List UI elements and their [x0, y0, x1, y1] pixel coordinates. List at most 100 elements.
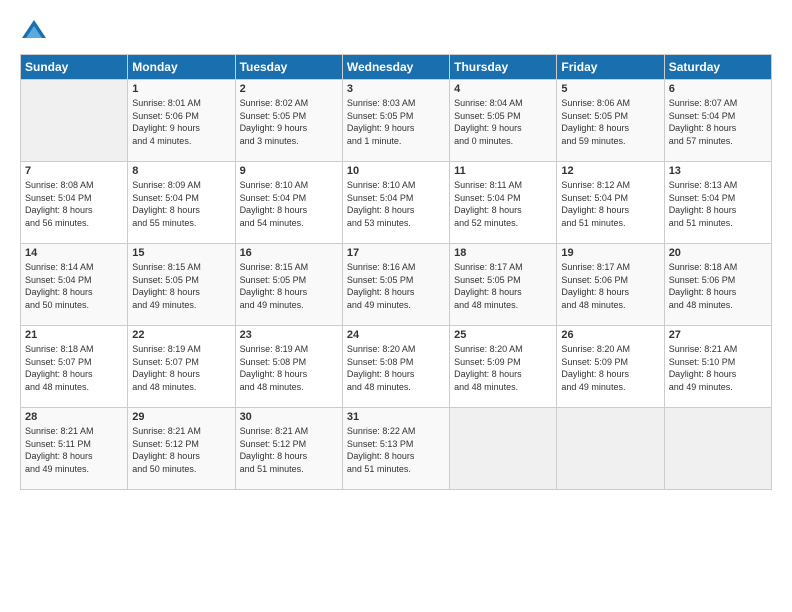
day-cell: 23 Sunrise: 8:19 AM Sunset: 5:08 PM Dayli… — [235, 326, 342, 408]
day-cell: 10 Sunrise: 8:10 AM Sunset: 5:04 PM Dayli… — [342, 162, 449, 244]
day-info: Sunrise: 8:10 AM Sunset: 5:04 PM Dayligh… — [240, 179, 338, 229]
day-cell: 16 Sunrise: 8:15 AM Sunset: 5:05 PM Dayli… — [235, 244, 342, 326]
day-number: 24 — [347, 329, 445, 341]
day-number: 29 — [132, 411, 230, 423]
day-cell: 18 Sunrise: 8:17 AM Sunset: 5:05 PM Dayli… — [450, 244, 557, 326]
day-number: 4 — [454, 83, 552, 95]
day-info: Sunrise: 8:22 AM Sunset: 5:13 PM Dayligh… — [347, 425, 445, 475]
day-number: 2 — [240, 83, 338, 95]
page: SundayMondayTuesdayWednesdayThursdayFrid… — [0, 0, 792, 612]
week-row-1: 7 Sunrise: 8:08 AM Sunset: 5:04 PM Daylig… — [21, 162, 772, 244]
week-row-2: 14Sunrise: 8:14 AM Sunset: 5:04 PM Dayli… — [21, 244, 772, 326]
day-info: Sunrise: 8:15 AM Sunset: 5:05 PM Dayligh… — [240, 261, 338, 311]
day-cell — [557, 408, 664, 490]
day-number: 28 — [25, 411, 123, 423]
day-info: Sunrise: 8:18 AM Sunset: 5:06 PM Dayligh… — [669, 261, 767, 311]
day-cell: 29 Sunrise: 8:21 AM Sunset: 5:12 PM Dayli… — [128, 408, 235, 490]
day-cell: 14Sunrise: 8:14 AM Sunset: 5:04 PM Dayli… — [21, 244, 128, 326]
day-cell: 12 Sunrise: 8:12 AM Sunset: 5:04 PM Dayli… — [557, 162, 664, 244]
day-cell: 31 Sunrise: 8:22 AM Sunset: 5:13 PM Dayli… — [342, 408, 449, 490]
day-number: 19 — [561, 247, 659, 259]
day-cell: 1 Sunrise: 8:01 AM Sunset: 5:06 PM Daylig… — [128, 80, 235, 162]
week-row-4: 28 Sunrise: 8:21 AM Sunset: 5:11 PM Dayli… — [21, 408, 772, 490]
day-cell — [450, 408, 557, 490]
day-cell: 17 Sunrise: 8:16 AM Sunset: 5:05 PM Dayli… — [342, 244, 449, 326]
day-info: Sunrise: 8:21 AM Sunset: 5:10 PM Dayligh… — [669, 343, 767, 393]
day-info: Sunrise: 8:11 AM Sunset: 5:04 PM Dayligh… — [454, 179, 552, 229]
col-header-friday: Friday — [557, 55, 664, 80]
day-cell: 28 Sunrise: 8:21 AM Sunset: 5:11 PM Dayli… — [21, 408, 128, 490]
day-number: 1 — [132, 83, 230, 95]
day-cell: 4Sunrise: 8:04 AM Sunset: 5:05 PM Daylig… — [450, 80, 557, 162]
day-info: Sunrise: 8:13 AM Sunset: 5:04 PM Dayligh… — [669, 179, 767, 229]
logo-icon — [20, 18, 48, 46]
day-info: Sunrise: 8:10 AM Sunset: 5:04 PM Dayligh… — [347, 179, 445, 229]
day-number: 31 — [347, 411, 445, 423]
day-info: Sunrise: 8:16 AM Sunset: 5:05 PM Dayligh… — [347, 261, 445, 311]
day-number: 21 — [25, 329, 123, 341]
day-cell: 24 Sunrise: 8:20 AM Sunset: 5:08 PM Dayli… — [342, 326, 449, 408]
day-number: 5 — [561, 83, 659, 95]
day-number: 6 — [669, 83, 767, 95]
day-info: Sunrise: 8:19 AM Sunset: 5:07 PM Dayligh… — [132, 343, 230, 393]
day-number: 23 — [240, 329, 338, 341]
day-number: 13 — [669, 165, 767, 177]
day-cell: 25Sunrise: 8:20 AM Sunset: 5:09 PM Dayli… — [450, 326, 557, 408]
day-info: Sunrise: 8:20 AM Sunset: 5:08 PM Dayligh… — [347, 343, 445, 393]
day-info: Sunrise: 8:18 AM Sunset: 5:07 PM Dayligh… — [25, 343, 123, 393]
header-row: SundayMondayTuesdayWednesdayThursdayFrid… — [21, 55, 772, 80]
day-cell: 13 Sunrise: 8:13 AM Sunset: 5:04 PM Dayli… — [664, 162, 771, 244]
day-cell: 19 Sunrise: 8:17 AM Sunset: 5:06 PM Dayli… — [557, 244, 664, 326]
day-number: 8 — [132, 165, 230, 177]
col-header-sunday: Sunday — [21, 55, 128, 80]
day-cell: 3 Sunrise: 8:03 AM Sunset: 5:05 PM Daylig… — [342, 80, 449, 162]
day-cell: 20 Sunrise: 8:18 AM Sunset: 5:06 PM Dayli… — [664, 244, 771, 326]
day-info: Sunrise: 8:21 AM Sunset: 5:12 PM Dayligh… — [240, 425, 338, 475]
day-cell: 11 Sunrise: 8:11 AM Sunset: 5:04 PM Dayli… — [450, 162, 557, 244]
day-cell: 30 Sunrise: 8:21 AM Sunset: 5:12 PM Dayli… — [235, 408, 342, 490]
day-cell — [21, 80, 128, 162]
day-info: Sunrise: 8:15 AM Sunset: 5:05 PM Dayligh… — [132, 261, 230, 311]
day-number: 12 — [561, 165, 659, 177]
day-number: 18 — [454, 247, 552, 259]
day-number: 10 — [347, 165, 445, 177]
day-info: Sunrise: 8:19 AM Sunset: 5:08 PM Dayligh… — [240, 343, 338, 393]
day-info: Sunrise: 8:09 AM Sunset: 5:04 PM Dayligh… — [132, 179, 230, 229]
col-header-monday: Monday — [128, 55, 235, 80]
day-number: 27 — [669, 329, 767, 341]
day-number: 26 — [561, 329, 659, 341]
day-cell — [664, 408, 771, 490]
calendar-table: SundayMondayTuesdayWednesdayThursdayFrid… — [20, 54, 772, 490]
day-cell: 27 Sunrise: 8:21 AM Sunset: 5:10 PM Dayli… — [664, 326, 771, 408]
day-info: Sunrise: 8:17 AM Sunset: 5:06 PM Dayligh… — [561, 261, 659, 311]
day-number: 17 — [347, 247, 445, 259]
week-row-3: 21 Sunrise: 8:18 AM Sunset: 5:07 PM Dayli… — [21, 326, 772, 408]
day-info: Sunrise: 8:03 AM Sunset: 5:05 PM Dayligh… — [347, 97, 445, 147]
day-cell: 6Sunrise: 8:07 AM Sunset: 5:04 PM Daylig… — [664, 80, 771, 162]
day-cell: 2Sunrise: 8:02 AM Sunset: 5:05 PM Daylig… — [235, 80, 342, 162]
day-number: 3 — [347, 83, 445, 95]
day-info: Sunrise: 8:14 AM Sunset: 5:04 PM Dayligh… — [25, 261, 123, 311]
day-cell: 15Sunrise: 8:15 AM Sunset: 5:05 PM Dayli… — [128, 244, 235, 326]
day-number: 20 — [669, 247, 767, 259]
day-info: Sunrise: 8:21 AM Sunset: 5:12 PM Dayligh… — [132, 425, 230, 475]
week-row-0: 1 Sunrise: 8:01 AM Sunset: 5:06 PM Daylig… — [21, 80, 772, 162]
day-info: Sunrise: 8:01 AM Sunset: 5:06 PM Dayligh… — [132, 97, 230, 147]
day-number: 25 — [454, 329, 552, 341]
day-cell: 26 Sunrise: 8:20 AM Sunset: 5:09 PM Dayli… — [557, 326, 664, 408]
day-number: 16 — [240, 247, 338, 259]
day-number: 7 — [25, 165, 123, 177]
day-info: Sunrise: 8:08 AM Sunset: 5:04 PM Dayligh… — [25, 179, 123, 229]
day-number: 22 — [132, 329, 230, 341]
day-info: Sunrise: 8:17 AM Sunset: 5:05 PM Dayligh… — [454, 261, 552, 311]
day-info: Sunrise: 8:21 AM Sunset: 5:11 PM Dayligh… — [25, 425, 123, 475]
day-number: 30 — [240, 411, 338, 423]
col-header-tuesday: Tuesday — [235, 55, 342, 80]
day-number: 11 — [454, 165, 552, 177]
day-cell: 9Sunrise: 8:10 AM Sunset: 5:04 PM Daylig… — [235, 162, 342, 244]
day-info: Sunrise: 8:06 AM Sunset: 5:05 PM Dayligh… — [561, 97, 659, 147]
day-info: Sunrise: 8:20 AM Sunset: 5:09 PM Dayligh… — [561, 343, 659, 393]
day-info: Sunrise: 8:12 AM Sunset: 5:04 PM Dayligh… — [561, 179, 659, 229]
col-header-wednesday: Wednesday — [342, 55, 449, 80]
day-cell: 22 Sunrise: 8:19 AM Sunset: 5:07 PM Dayli… — [128, 326, 235, 408]
